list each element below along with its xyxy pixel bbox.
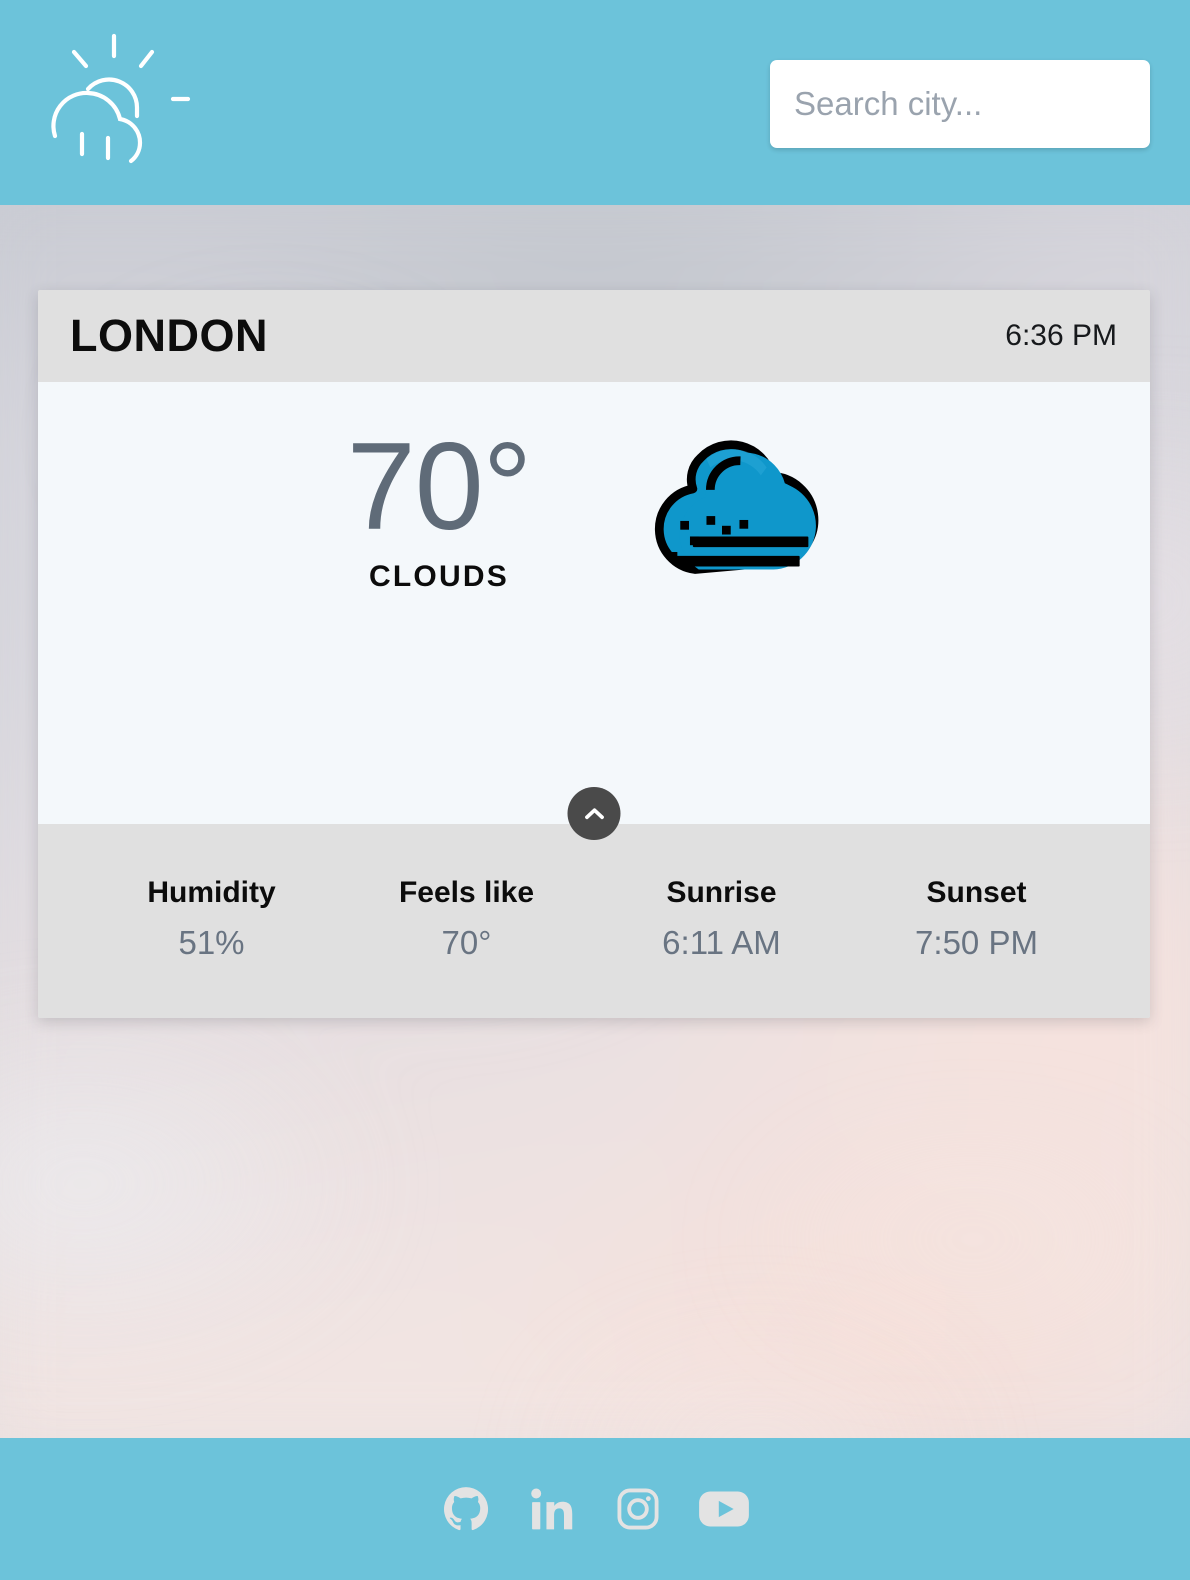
stat-value: 70° — [441, 924, 492, 961]
stat-humidity: Humidity 51% — [84, 876, 339, 962]
local-time: 6:36 PM — [1005, 319, 1117, 352]
expand-collapse-button[interactable] — [567, 787, 621, 840]
instagram-icon — [617, 1488, 659, 1530]
github-icon — [444, 1487, 489, 1531]
condition-icon-wrap — [636, 420, 841, 585]
condition-label: CLOUDS — [369, 560, 509, 594]
temperature-block: 70° CLOUDS — [346, 418, 533, 594]
city-name: LONDON — [70, 310, 268, 361]
stat-label: Feels like — [398, 876, 535, 909]
stat-feels-like: Feels like 70° — [339, 876, 594, 962]
social-link-github[interactable] — [439, 1482, 493, 1536]
chevron-up-icon — [584, 807, 604, 819]
stat-value: 6:11 AM — [662, 924, 781, 961]
sun-behind-rain-cloud-icon — [51, 33, 191, 164]
app-logo — [42, 26, 197, 166]
search-input[interactable] — [794, 85, 1190, 123]
stat-sunrise: Sunrise 6:11 AM — [594, 876, 849, 962]
temperature-value: 70° — [346, 418, 533, 556]
card-body: 70° CLOUDS — [38, 382, 1150, 840]
card-header: LONDON 6:36 PM — [38, 290, 1150, 382]
weather-card: LONDON 6:36 PM 70° CLOUDS Humidity 51% F… — [38, 290, 1150, 1018]
current-conditions: 70° CLOUDS — [38, 420, 1150, 594]
stat-label: Sunrise — [666, 876, 777, 909]
social-link-linkedin[interactable] — [525, 1482, 579, 1536]
youtube-icon — [699, 1491, 749, 1527]
haze-cloud-icon — [655, 440, 819, 574]
stat-value: 51% — [178, 924, 245, 961]
search-bar[interactable] — [770, 60, 1190, 148]
site-header — [0, 0, 1190, 205]
stat-label: Sunset — [926, 876, 1027, 909]
weather-stats: Humidity 51% Feels like 70° Sunrise 6:11… — [38, 824, 1150, 1018]
site-footer — [0, 1438, 1190, 1580]
linkedin-icon — [531, 1488, 573, 1530]
stat-value: 7:50 PM — [915, 924, 1038, 961]
social-link-instagram[interactable] — [611, 1482, 665, 1536]
social-link-youtube[interactable] — [697, 1482, 751, 1536]
stat-sunset: Sunset 7:50 PM — [849, 876, 1104, 962]
stat-label: Humidity — [147, 876, 276, 909]
